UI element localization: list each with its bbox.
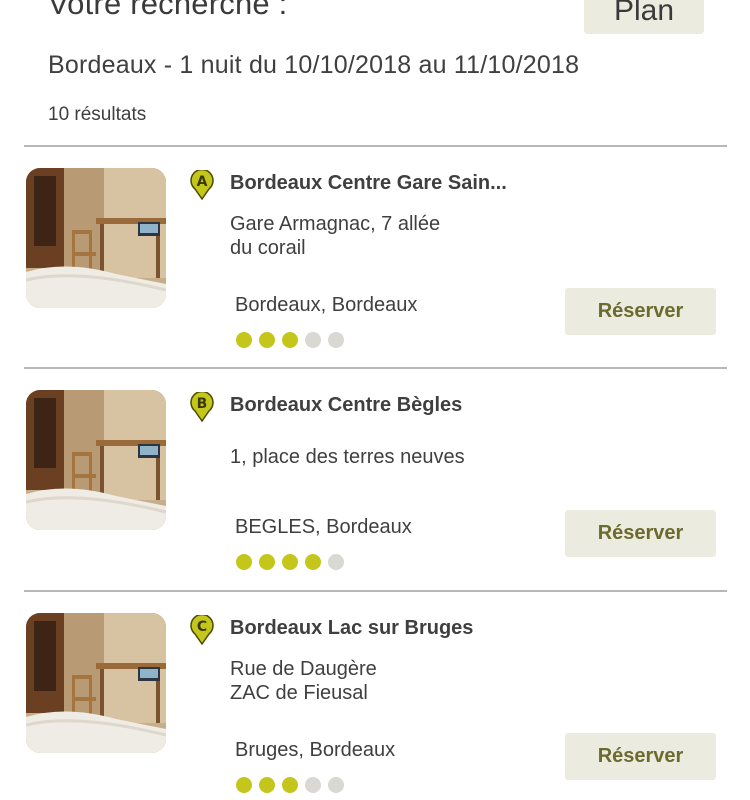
rating-dot-filled [305,554,321,570]
hotel-room-image [26,390,166,530]
hotel-city: BEGLES, Bordeaux [235,516,412,538]
rating-dot-filled [259,554,275,570]
hotel-thumbnail[interactable] [26,613,166,753]
rating-dot-empty [305,332,321,348]
rating-dot-empty [328,332,344,348]
divider [24,367,727,369]
address-line: Rue de Daugère [230,658,377,680]
rating-dot-filled [282,777,298,793]
hotel-room-image [26,613,166,753]
map-marker-icon: A [190,168,214,201]
address-line: 1, place des terres neuves [230,446,465,468]
rating-dot-filled [282,332,298,348]
divider [24,145,727,147]
rating-dot-filled [259,777,275,793]
hotel-name[interactable]: Bordeaux Lac sur Bruges [230,617,473,640]
rating-dot-empty [328,777,344,793]
results-count: 10 résultats [48,104,147,125]
rating-dot-filled [282,554,298,570]
reserve-button[interactable]: Réserver [565,733,716,780]
search-results-page: Votre recherche : Plan Bordeaux - 1 nuit… [0,0,750,800]
hotel-city: Bordeaux, Bordeaux [235,294,418,316]
hotel-room-image [26,168,166,308]
hotel-card[interactable]: C Bordeaux Lac sur Bruges Rue de Daugère… [0,593,750,800]
address-line: ZAC de Fieusal [230,682,368,704]
hotel-thumbnail[interactable] [26,390,166,530]
marker-letter: A [196,174,208,190]
plan-button[interactable]: Plan [584,0,704,34]
divider [24,590,727,592]
hotel-thumbnail[interactable] [26,168,166,308]
rating-dots [236,554,344,570]
rating-dots [236,332,344,348]
search-summary: Bordeaux - 1 nuit du 10/10/2018 au 11/10… [48,51,580,79]
address-line: Gare Armagnac, 7 allée [230,213,441,235]
reserve-button[interactable]: Réserver [565,288,716,335]
rating-dot-filled [236,777,252,793]
hotel-address: 1, place des terres neuves [230,445,530,469]
address-line: du corail [230,237,306,259]
rating-dot-filled [259,332,275,348]
rating-dot-empty [328,554,344,570]
hotel-card[interactable]: B Bordeaux Centre Bègles 1, place des te… [0,370,750,592]
rating-dot-filled [236,332,252,348]
hotel-address: Gare Armagnac, 7 allée du corail [230,212,530,260]
marker-letter: B [196,396,208,412]
page-title: Votre recherche : [48,0,288,21]
marker-letter: C [196,619,208,635]
rating-dot-empty [305,777,321,793]
reserve-button[interactable]: Réserver [565,510,716,557]
hotel-city: Bruges, Bordeaux [235,739,396,761]
hotel-card[interactable]: A Bordeaux Centre Gare Sain... Gare Arma… [0,148,750,370]
rating-dots [236,777,344,793]
map-marker-icon: B [190,390,214,423]
hotel-name[interactable]: Bordeaux Centre Gare Sain... [230,172,507,195]
map-marker-icon: C [190,613,214,646]
hotel-address: Rue de Daugère ZAC de Fieusal [230,657,530,705]
hotel-name[interactable]: Bordeaux Centre Bègles [230,394,462,417]
rating-dot-filled [236,554,252,570]
